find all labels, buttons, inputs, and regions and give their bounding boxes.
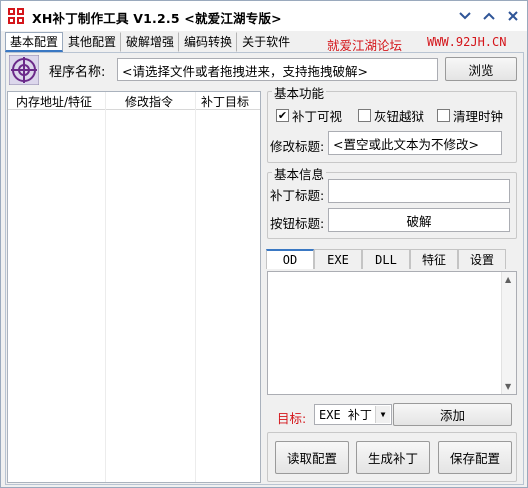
- tab-basic-config[interactable]: 基本配置: [5, 32, 64, 52]
- chevron-down-icon[interactable]: ▼: [375, 406, 390, 423]
- patch-list[interactable]: 内存地址/特征 修改指令 补丁目标: [7, 91, 261, 483]
- tab-dll[interactable]: DLL: [362, 249, 410, 269]
- chevron-down-icon: [459, 12, 471, 20]
- save-config-button[interactable]: 保存配置: [438, 441, 512, 474]
- window-title: XH补丁制作工具 V1.2.5 <就爱江湖专版>: [32, 11, 282, 26]
- add-button[interactable]: 添加: [393, 403, 512, 426]
- basic-function-title: 基本功能: [272, 83, 327, 102]
- program-name-label: 程序名称:: [49, 65, 106, 80]
- tab-crack-enhance[interactable]: 破解增强: [121, 32, 180, 52]
- tab-od[interactable]: OD: [266, 249, 314, 269]
- menu-down-button[interactable]: [454, 5, 476, 27]
- program-name-placeholder: <请选择文件或者拖拽进来，支持拖拽破解>: [122, 64, 368, 79]
- tab-about[interactable]: 关于软件: [237, 32, 295, 52]
- option-patch-visible[interactable]: ✔ 补丁可视: [276, 106, 342, 125]
- button-title-label: 按钮标题:: [270, 216, 325, 231]
- patch-title-input[interactable]: [328, 179, 510, 203]
- main-window: XH补丁制作工具 V1.2.5 <就爱江湖专版> 基本配置 其他配置 破解增强 …: [0, 0, 528, 488]
- tab-exe[interactable]: EXE: [314, 249, 362, 269]
- column-divider: [195, 92, 196, 482]
- target-select[interactable]: EXE 补丁 ▼: [314, 404, 392, 425]
- tab-settings[interactable]: 设置: [458, 249, 506, 269]
- option-gray-button-jailbreak[interactable]: 灰钮越狱: [358, 106, 424, 125]
- checkbox[interactable]: [358, 109, 371, 122]
- close-icon: [508, 11, 518, 21]
- option-label: 灰钮越狱: [374, 109, 425, 124]
- option-label: 补丁可视: [292, 109, 343, 124]
- button-title-value: 破解: [406, 214, 432, 229]
- button-title-input[interactable]: 破解: [328, 208, 510, 232]
- scroll-up-arrow-icon[interactable]: ▲: [505, 275, 511, 284]
- promo-url: WWW.92JH.CN: [427, 35, 507, 49]
- title-bar: XH补丁制作工具 V1.2.5 <就爱江湖专版>: [1, 1, 527, 31]
- option-label: 清理时钟: [453, 109, 504, 124]
- modify-title-label: 修改标题:: [270, 139, 325, 154]
- read-config-button[interactable]: 读取配置: [275, 441, 349, 474]
- app-icon: [8, 8, 24, 24]
- checkbox[interactable]: ✔: [276, 109, 289, 122]
- generate-patch-button[interactable]: 生成补丁: [356, 441, 430, 474]
- code-textarea[interactable]: ▲ ▼: [267, 271, 517, 395]
- patch-title-label: 补丁标题:: [270, 188, 325, 203]
- column-divider: [105, 92, 106, 482]
- scroll-down-arrow-icon[interactable]: ▼: [505, 382, 511, 391]
- modify-title-input[interactable]: <置空或此文本为不修改>: [328, 131, 502, 155]
- checkbox[interactable]: [437, 109, 450, 122]
- vertical-scrollbar[interactable]: ▲ ▼: [501, 272, 516, 394]
- option-clear-clock[interactable]: 清理时钟: [437, 106, 503, 125]
- basic-info-title: 基本信息: [272, 164, 327, 183]
- minimize-button[interactable]: [478, 5, 500, 27]
- modify-title-value: <置空或此文本为不修改>: [333, 137, 479, 152]
- target-label: 目标:: [277, 411, 307, 426]
- tab-encoding-convert[interactable]: 编码转换: [179, 32, 238, 52]
- column-address[interactable]: 内存地址/特征: [16, 93, 92, 110]
- target-selected-value: EXE 补丁: [319, 408, 372, 422]
- tab-signature[interactable]: 特征: [410, 249, 458, 269]
- close-button[interactable]: [502, 5, 524, 27]
- column-target[interactable]: 补丁目标: [201, 93, 249, 110]
- program-name-input[interactable]: <请选择文件或者拖拽进来，支持拖拽破解>: [117, 58, 438, 81]
- main-tabs: 基本配置 其他配置 破解增强 编码转换 关于软件: [5, 32, 295, 52]
- tab-other-config[interactable]: 其他配置: [63, 32, 122, 52]
- crosshair-logo-icon: [9, 55, 39, 85]
- column-instruction[interactable]: 修改指令: [125, 93, 173, 110]
- browse-button[interactable]: 浏览: [445, 57, 517, 81]
- patch-list-header: 内存地址/特征 修改指令 补丁目标: [8, 92, 260, 110]
- chevron-up-icon: [483, 12, 495, 20]
- editor-tabs: OD EXE DLL 特征 设置: [266, 249, 506, 269]
